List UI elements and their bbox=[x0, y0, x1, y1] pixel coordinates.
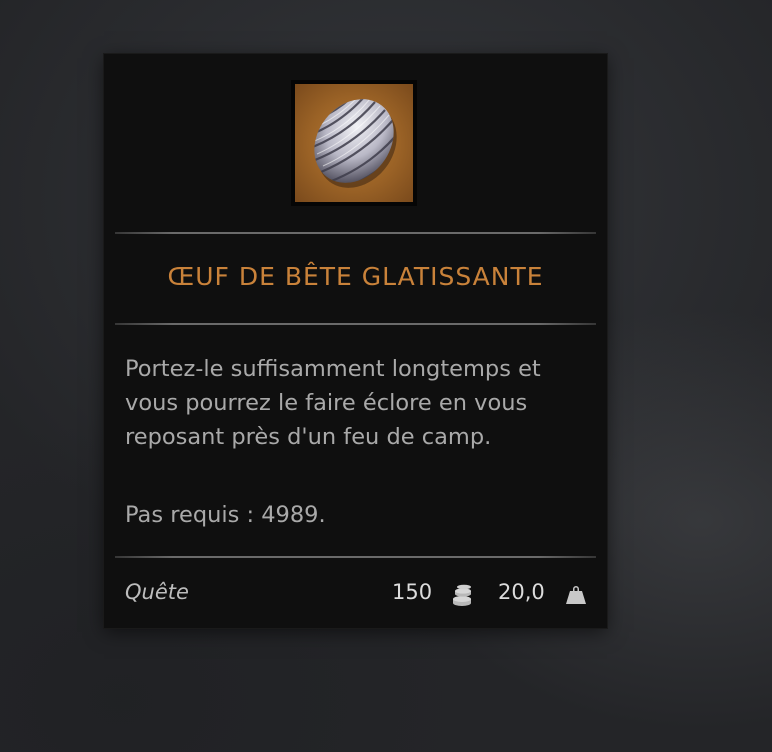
divider-middle bbox=[115, 323, 596, 325]
divider-bottom bbox=[115, 556, 596, 558]
divider-top bbox=[115, 232, 596, 234]
striped-egg-icon bbox=[295, 84, 413, 202]
item-icon-frame bbox=[291, 80, 417, 206]
item-weight: 20,0 bbox=[498, 580, 545, 604]
item-description: Portez-le suffisamment longtemps et vous… bbox=[125, 356, 541, 450]
item-value: 150 bbox=[392, 580, 433, 604]
item-category: Quête bbox=[125, 580, 189, 604]
weight-icon bbox=[566, 586, 586, 604]
steps-required: Pas requis : 4989. bbox=[125, 502, 326, 528]
coin-stack-icon bbox=[453, 584, 471, 606]
item-name: ŒUF DE BÊTE GLATISSANTE bbox=[167, 262, 544, 291]
